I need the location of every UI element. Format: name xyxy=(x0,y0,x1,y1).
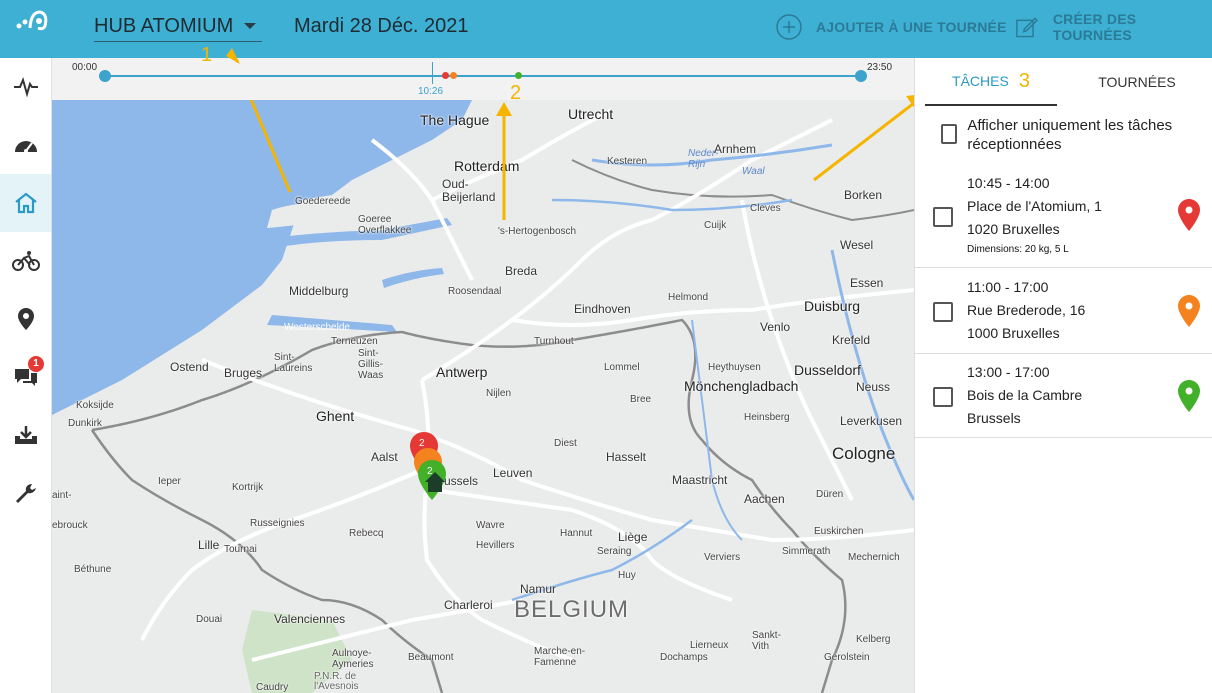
task-address-line2: Brussels xyxy=(967,410,1021,426)
task-details: 10:45 - 14:00 Place de l'Atomium, 1 1020… xyxy=(967,172,1102,257)
current-date: Mardi 28 Déc. 2021 xyxy=(294,15,469,37)
download-icon xyxy=(14,426,37,444)
location-pin-icon xyxy=(1178,295,1200,327)
hub-select[interactable]: HUB ATOMIUM xyxy=(94,14,262,42)
received-only-filter[interactable]: Afficher uniquement les tâches réception… xyxy=(941,116,1201,154)
sidebar-item-bikes[interactable] xyxy=(0,232,51,290)
sidebar-item-settings[interactable] xyxy=(0,464,51,522)
app-logo xyxy=(16,10,48,31)
app-root: HUB ATOMIUM Mardi 28 Déc. 2021 AJOUTER À… xyxy=(0,0,1212,693)
speedometer-icon xyxy=(14,141,37,153)
timeline[interactable]: 00:00 23:50 10:26 xyxy=(52,58,914,100)
task-item[interactable]: 10:45 - 14:00 Place de l'Atomium, 1 1020… xyxy=(915,168,1212,268)
timeline-end-label: 23:50 xyxy=(867,62,893,73)
add-to-tour-label: AJOUTER À UNE TOURNÉE xyxy=(816,19,1007,35)
top-bar: HUB ATOMIUM Mardi 28 Déc. 2021 AJOUTER À… xyxy=(0,0,1212,58)
annotation-number: 2 xyxy=(510,82,522,104)
task-dimensions: Dimensions: 20 kg, 5 L xyxy=(967,244,1069,255)
timeline-start-handle[interactable] xyxy=(99,70,111,82)
sidebar-item-home[interactable] xyxy=(0,174,51,232)
task-time: 11:00 - 17:00 xyxy=(967,279,1049,295)
task-item[interactable]: 11:00 - 17:00 Rue Brederode, 16 1000 Bru… xyxy=(915,268,1212,354)
received-only-label: Afficher uniquement les tâches réception… xyxy=(967,117,1173,153)
add-to-tour-button[interactable]: AJOUTER À UNE TOURNÉE xyxy=(776,12,1007,42)
create-tours-label: CRÉER DES TOURNÉES xyxy=(1052,11,1137,43)
sidebar-item-activity[interactable] xyxy=(0,58,51,116)
create-tours-button[interactable]: CRÉER DES TOURNÉES xyxy=(1014,11,1212,43)
location-pin-icon xyxy=(1178,380,1200,412)
location-pin-icon xyxy=(17,308,34,330)
wrench-icon xyxy=(15,484,36,503)
timeline-start-label: 00:00 xyxy=(72,62,98,73)
received-only-checkbox[interactable] xyxy=(941,124,958,144)
task-address-line2: 1000 Bruxelles xyxy=(967,325,1060,341)
sidebar-item-import[interactable] xyxy=(0,406,51,464)
home-icon xyxy=(14,192,37,214)
tab-tasks-label: TÂCHES xyxy=(952,73,1009,89)
sidebar-item-dashboard[interactable] xyxy=(0,116,51,174)
task-time: 10:45 - 14:00 xyxy=(967,175,1050,191)
timeline-task-dot[interactable] xyxy=(442,72,449,79)
activity-icon xyxy=(13,77,38,98)
notification-badge: 1 xyxy=(28,356,44,372)
timeline-now-marker xyxy=(432,62,433,84)
task-address-line1: Rue Brederode, 16 xyxy=(967,302,1086,318)
tab-tasks[interactable]: TÂCHES 3 xyxy=(925,58,1057,106)
task-address-line1: Bois de la Cambre xyxy=(967,387,1083,403)
timeline-now-label: 10:26 xyxy=(418,86,444,97)
task-time: 13:00 - 17:00 xyxy=(967,364,1050,380)
bicycle-icon xyxy=(11,251,40,271)
add-circle-icon xyxy=(776,14,802,40)
chevron-down-icon xyxy=(244,23,256,29)
task-checkbox[interactable] xyxy=(933,207,953,227)
timeline-end-handle[interactable] xyxy=(855,70,867,82)
sidebar: 1 xyxy=(0,58,52,693)
location-pin-icon xyxy=(1178,199,1200,231)
timeline-task-dot[interactable] xyxy=(450,72,457,79)
tab-tours-label: TOURNÉES xyxy=(1098,74,1176,90)
sidebar-item-messages[interactable]: 1 xyxy=(0,348,51,406)
task-details: 11:00 - 17:00 Rue Brederode, 16 1000 Bru… xyxy=(967,276,1085,345)
task-address-line2: 1020 Bruxelles xyxy=(967,221,1060,237)
task-address-line1: Place de l'Atomium, 1 xyxy=(967,198,1102,214)
tab-tours[interactable]: TOURNÉES xyxy=(1063,58,1211,106)
tutorial-arrows xyxy=(249,100,512,220)
hub-select-value: HUB ATOMIUM xyxy=(94,15,234,37)
task-details: 13:00 - 17:00 Bois de la Cambre Brussels xyxy=(967,361,1082,430)
timeline-task-dot[interactable] xyxy=(515,72,522,79)
task-item[interactable]: 13:00 - 17:00 Bois de la Cambre Brussels xyxy=(915,354,1212,438)
annotation-number: 1 xyxy=(201,44,213,66)
map-view[interactable]: The Hague Utrecht Rotterdam Oud- Beijerl… xyxy=(52,100,914,693)
annotation-number: 3 xyxy=(1018,69,1030,92)
task-checkbox[interactable] xyxy=(933,387,953,407)
sidebar-item-places[interactable] xyxy=(0,290,51,348)
timeline-track[interactable] xyxy=(104,75,862,77)
edit-icon xyxy=(1016,17,1038,38)
task-checkbox[interactable] xyxy=(933,302,953,322)
task-panel: TÂCHES 3 TOURNÉES Afficher uniquement le… xyxy=(914,58,1212,693)
